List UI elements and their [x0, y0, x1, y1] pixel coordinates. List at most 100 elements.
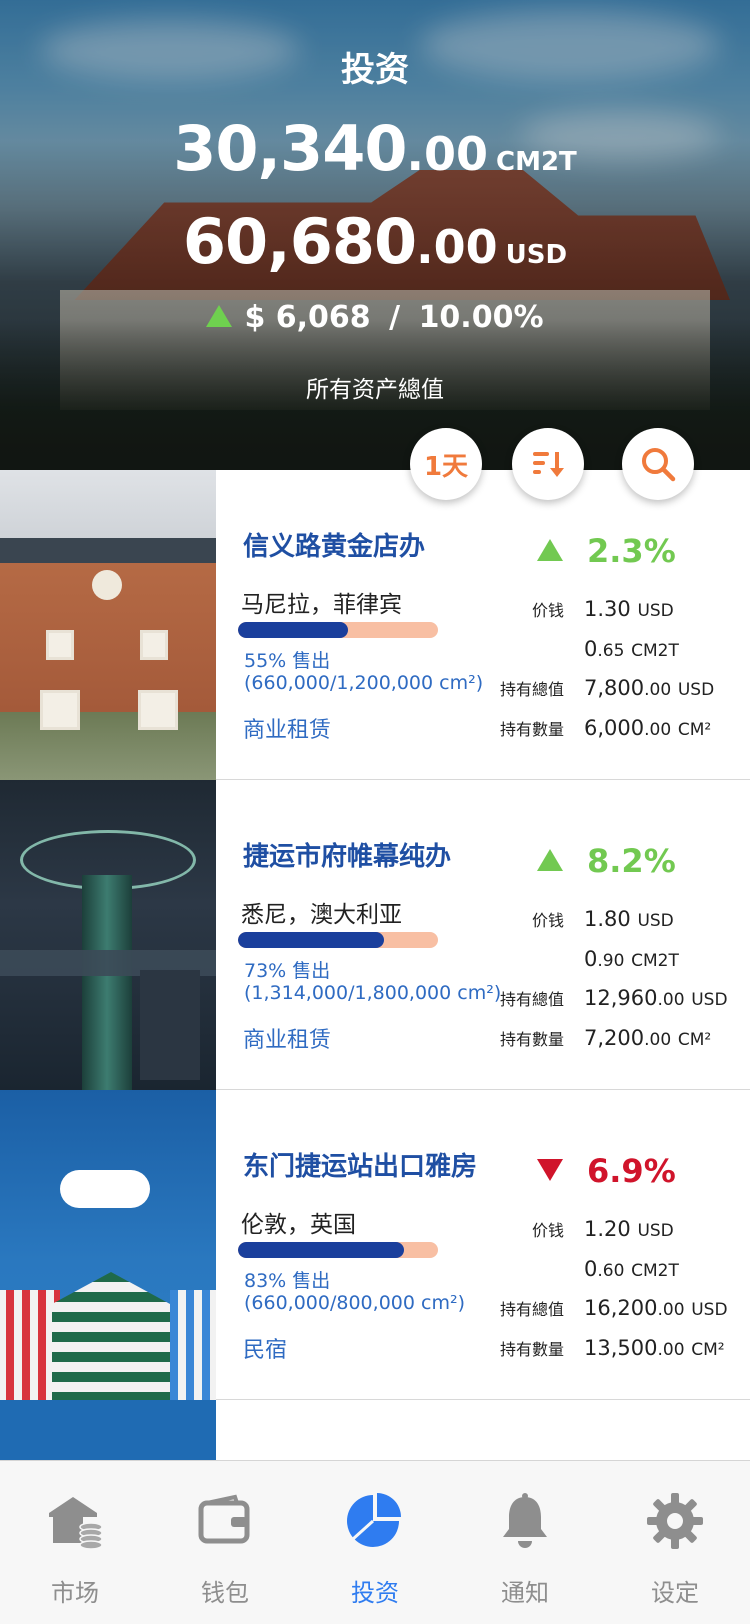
total-cm2t-unit: CM2T: [495, 147, 577, 177]
property-type: 民宿: [243, 1338, 288, 1363]
up-arrow-icon: [206, 304, 233, 327]
tab-bar: 市场 钱包 投资 通知 设定: [0, 1460, 750, 1624]
sort-desc-icon: [533, 452, 564, 477]
sold-progress-fill: [238, 1242, 404, 1258]
total-usd-decimal: .00: [416, 220, 498, 274]
search-icon: [642, 448, 676, 482]
quantity-integer: 13,500: [584, 1336, 658, 1360]
sold-percent: 83% 售出: [244, 1270, 331, 1292]
market-icon: [49, 1497, 103, 1550]
tab-wallet[interactable]: 钱包: [150, 1461, 300, 1624]
quantity-unit: CM²: [677, 720, 712, 740]
total-value-decimal: .00: [657, 1300, 685, 1320]
property-image: [0, 470, 216, 780]
bell-icon: [503, 1493, 547, 1548]
property-name[interactable]: 捷运市府帷幕纯办: [243, 836, 451, 873]
price-change: 2.3%: [537, 532, 676, 570]
price-label: 价钱: [531, 911, 564, 930]
quantity-unit: CM²: [691, 1340, 725, 1360]
property-card[interactable]: 捷运市府帷幕纯办 悉尼，澳大利亚 73% 售出 (1,314,000/1,800…: [0, 780, 750, 1090]
price-usd-row: 价钱 1.20 USD: [488, 1217, 748, 1241]
total-value-decimal: .00: [644, 680, 672, 700]
sort-button[interactable]: [512, 428, 584, 500]
price-cm2t-integer: 0: [584, 947, 598, 971]
tab-market[interactable]: 市场: [0, 1461, 150, 1624]
total-caption: 所有资产總值: [306, 377, 444, 403]
sold-progress-bar: [238, 622, 438, 638]
total-value-unit: USD: [677, 680, 715, 700]
price-usd-value: 1.20: [584, 1217, 631, 1241]
change-separator: /: [389, 300, 401, 335]
price-cm2t-row: 0.90 CM2T: [488, 947, 748, 971]
tab-label: 市场: [51, 1579, 99, 1607]
period-label: 1天: [423, 451, 469, 482]
property-location: 伦敦，英国: [241, 1212, 356, 1238]
tab-label: 投资: [351, 1579, 399, 1607]
price-cm2t-decimal: .60: [597, 1261, 625, 1281]
price-usd-unit: USD: [637, 1221, 674, 1241]
property-name[interactable]: 信义路黄金店办: [243, 526, 425, 563]
price-usd-value: 1.30: [584, 597, 631, 621]
total-value-row: 持有總值 12,960.00 USD: [488, 986, 748, 1010]
quantity-integer: 6,000: [584, 716, 645, 740]
price-cm2t-integer: 0: [584, 1257, 598, 1281]
change-percent: 10.00%: [418, 300, 544, 335]
property-type: 商业租赁: [243, 718, 332, 743]
total-value-row: 持有總值 16,200.00 USD: [488, 1296, 748, 1320]
quantity-label: 持有數量: [499, 1030, 564, 1049]
price-usd-row: 价钱 1.80 USD: [488, 907, 748, 931]
change-value: 2.3%: [587, 532, 676, 570]
total-cm2t-decimal: .00: [406, 127, 488, 181]
price-cm2t-row: 0.65 CM2T: [488, 637, 748, 661]
total-value-label: 持有總值: [499, 990, 564, 1009]
quantity-label: 持有數量: [499, 720, 564, 739]
up-arrow-icon: [537, 849, 563, 871]
sold-progress-fill: [238, 932, 384, 948]
quantity-row: 持有數量 13,500.00 CM²: [488, 1336, 748, 1360]
property-list: 信义路黄金店办 马尼拉，菲律宾 55% 售出 (660,000/1,200,00…: [0, 470, 750, 1400]
property-name[interactable]: 东门捷运站出口雅房: [243, 1146, 477, 1183]
total-value-unit: USD: [691, 1300, 728, 1320]
total-value-row: 持有總值 7,800.00 USD: [488, 676, 748, 700]
tab-label: 通知: [501, 1579, 549, 1607]
tab-invest[interactable]: 投资: [300, 1461, 450, 1624]
change-amount: $ 6,068: [244, 300, 371, 335]
quantity-integer: 7,200: [584, 1026, 645, 1050]
total-value-label: 持有總值: [499, 680, 564, 699]
property-location: 悉尼，澳大利亚: [241, 902, 402, 928]
quantity-label: 持有數量: [499, 1340, 564, 1359]
property-image-partial: [0, 1400, 216, 1460]
price-label: 价钱: [531, 1221, 564, 1240]
price-usd-unit: USD: [637, 601, 674, 621]
wallet-icon: [198, 1494, 250, 1544]
sold-detail: (1,314,000/1,800,000 cm²): [244, 982, 502, 1004]
period-button[interactable]: 1天: [410, 428, 482, 500]
total-change: $ 6,068 / 10.00%: [0, 300, 750, 335]
total-value-integer: 12,960: [584, 986, 658, 1010]
tab-notifications[interactable]: 通知: [450, 1461, 600, 1624]
quantity-row: 持有數量 7,200.00 CM²: [488, 1026, 748, 1050]
price-label: 价钱: [531, 601, 564, 620]
total-value-unit: USD: [691, 990, 728, 1010]
property-location: 马尼拉，菲律宾: [241, 592, 402, 618]
quantity-unit: CM²: [677, 1030, 712, 1050]
property-image: [0, 1090, 216, 1400]
total-value-integer: 7,800: [584, 676, 645, 700]
property-card[interactable]: 东门捷运站出口雅房 伦敦，英国 83% 售出 (660,000/800,000 …: [0, 1090, 750, 1400]
sold-percent: 55% 售出: [244, 650, 331, 672]
change-value: 6.9%: [587, 1152, 676, 1190]
total-usd-unit: USD: [505, 240, 568, 270]
price-change: 8.2%: [537, 842, 676, 880]
property-card[interactable]: 信义路黄金店办 马尼拉，菲律宾 55% 售出 (660,000/1,200,00…: [0, 470, 750, 780]
total-value-label: 持有總值: [499, 1300, 564, 1319]
quantity-decimal: .00: [644, 720, 672, 740]
price-cm2t-row: 0.60 CM2T: [488, 1257, 748, 1281]
price-cm2t-unit: CM2T: [631, 641, 679, 661]
price-change: 6.9%: [537, 1152, 676, 1190]
tab-settings[interactable]: 设定: [600, 1461, 750, 1624]
sold-progress-bar: [238, 932, 438, 948]
search-button[interactable]: [622, 428, 694, 500]
price-cm2t-unit: CM2T: [631, 951, 679, 971]
quantity-decimal: .00: [644, 1030, 672, 1050]
tab-label: 钱包: [201, 1579, 249, 1607]
